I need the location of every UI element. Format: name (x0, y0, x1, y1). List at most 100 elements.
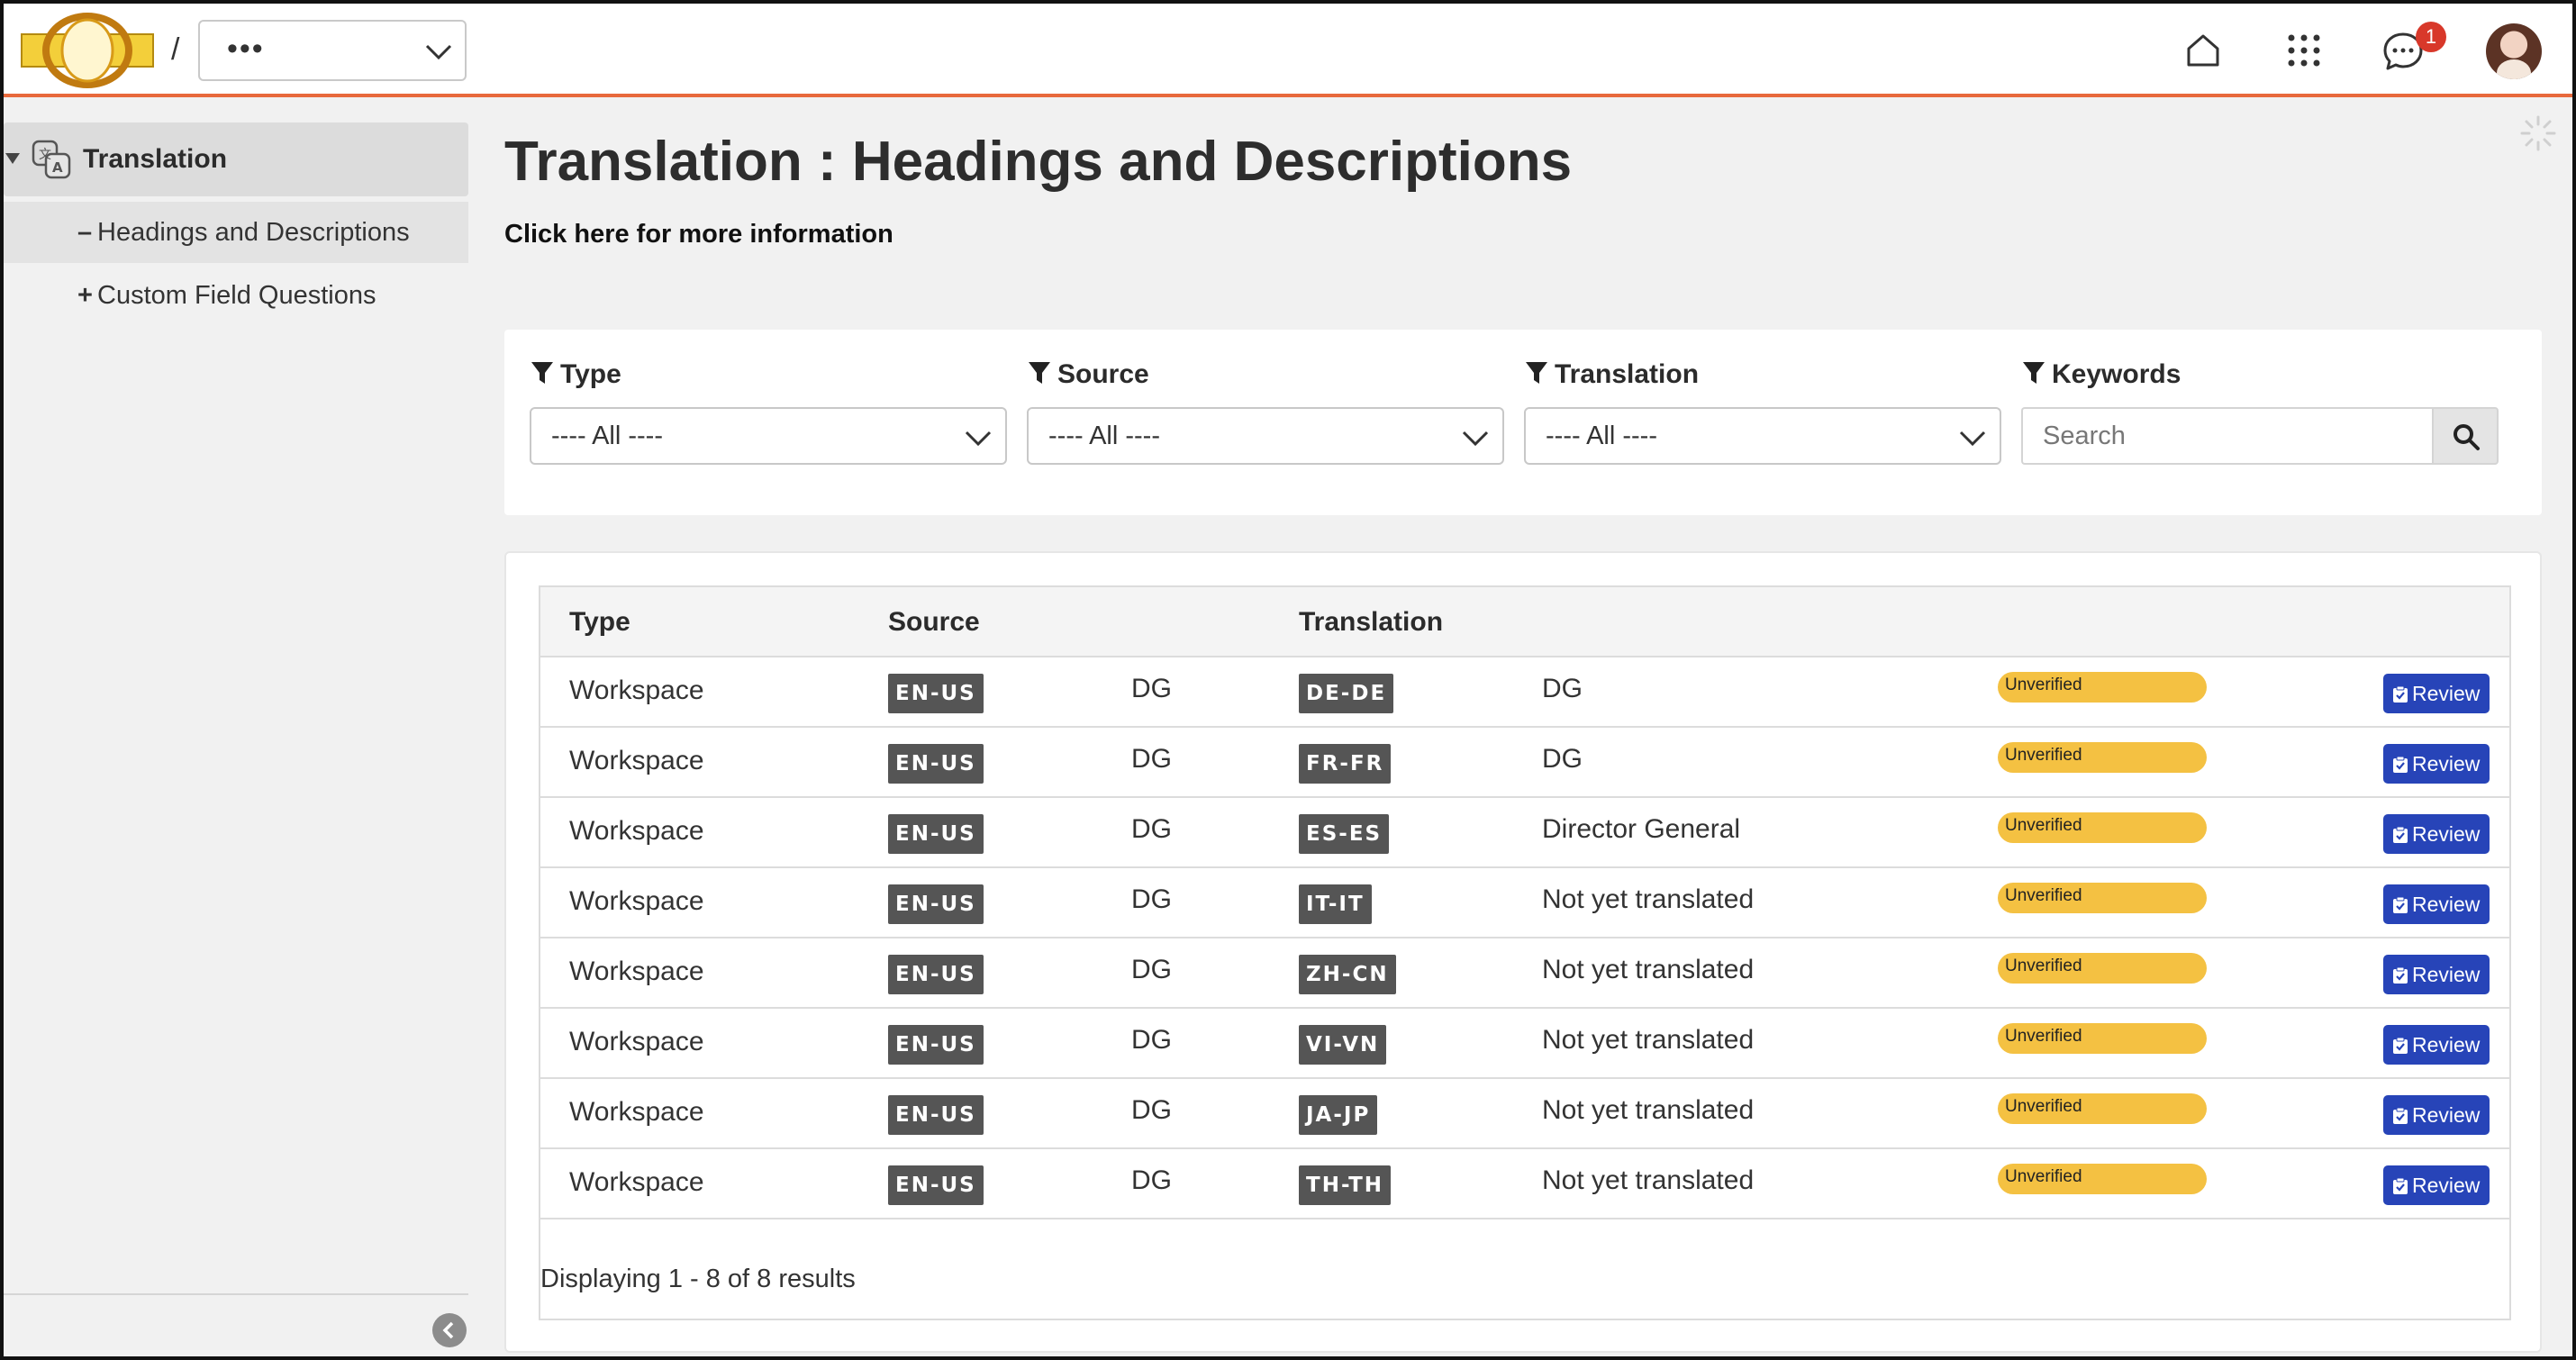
table-row: Workspace EN-US DG ES-ES Director General Unv… (540, 798, 2509, 868)
sidebar-item-custom-field-questions[interactable]: + Custom Field Questions (4, 265, 468, 326)
review-button-label: Review (2412, 1103, 2481, 1127)
source-text: DG (1131, 1025, 1172, 1055)
search-button[interactable] (2432, 407, 2499, 465)
target-language-tag: DE-DE (1299, 674, 1394, 713)
row-type: Workspace (569, 816, 704, 846)
home-icon[interactable] (2178, 25, 2228, 76)
results-card: Type Source Translation Workspace EN-US DG… (504, 551, 2542, 1353)
column-header-type[interactable]: Type (569, 607, 630, 638)
review-button[interactable]: Review (2383, 814, 2490, 854)
keyword-search (2021, 407, 2499, 465)
review-button[interactable]: Review (2383, 1165, 2490, 1205)
translation-text: Not yet translated (1542, 1025, 1755, 1055)
more-info-link[interactable]: Click here for more information (504, 220, 893, 249)
filter-panel: Type ---- All ---- Source ---- All ---- … (504, 330, 2542, 515)
clipboard-check-icon (2393, 756, 2408, 773)
review-button-label: Review (2412, 752, 2481, 775)
source-text: DG (1131, 1095, 1172, 1125)
review-button[interactable]: Review (2383, 1095, 2490, 1135)
sidebar-footer (4, 1293, 468, 1356)
sidebar-item-label: Headings and Descriptions (97, 218, 410, 247)
sidebar-item-label: Translation (83, 144, 228, 174)
table-row: Workspace EN-US DG DE-DE DG Unverified Review (540, 657, 2509, 728)
translation-text: Director General (1542, 814, 1741, 844)
review-button-label: Review (2412, 682, 2481, 705)
target-language-tag: JA-JP (1299, 1095, 1378, 1135)
sidebar-item-headings-and-descriptions[interactable]: – Headings and Descriptions (4, 202, 468, 263)
row-type: Workspace (569, 886, 704, 916)
table-row: Workspace EN-US DG TH-TH Not yet translated U… (540, 1149, 2509, 1219)
status-badge: Unverified (1998, 953, 2207, 984)
status-badge: Unverified (1998, 1023, 2207, 1054)
apps-grid-icon[interactable] (2279, 25, 2329, 76)
chevron-left-icon (442, 1321, 454, 1339)
table-row: Workspace EN-US DG VI-VN Not yet translated U… (540, 1009, 2509, 1079)
translation-text: DG (1542, 744, 1583, 774)
source-text: DG (1131, 744, 1172, 774)
chevron-down-icon (1959, 431, 1986, 447)
translation-text: Not yet translated (1542, 1095, 1755, 1125)
source-text: DG (1131, 1165, 1172, 1195)
loading-spinner-icon (2520, 115, 2556, 151)
review-button[interactable]: Review (2383, 1025, 2490, 1065)
top-bar: / ••• 1 (4, 4, 2572, 97)
type-select[interactable]: ---- All ---- (530, 407, 1007, 465)
keywords-filter-label: Keywords (2021, 357, 2499, 393)
breadcrumb-separator: / (171, 32, 180, 67)
column-header-translation[interactable]: Translation (1299, 607, 1443, 638)
svg-text:文: 文 (39, 148, 51, 162)
translation-filter: Translation ---- All ---- (1524, 357, 2001, 465)
keywords-filter: Keywords (2021, 357, 2499, 465)
review-button[interactable]: Review (2383, 674, 2490, 713)
review-button-label: Review (2412, 963, 2481, 986)
chevron-down-icon (425, 44, 452, 60)
source-language-tag: EN-US (888, 814, 984, 854)
sidebar-item-translation[interactable]: 文 A Translation (4, 122, 468, 196)
target-language-tag: ZH-CN (1299, 955, 1396, 994)
filter-icon (1526, 362, 1547, 384)
target-language-tag: VI-VN (1299, 1025, 1387, 1065)
translation-select[interactable]: ---- All ---- (1524, 407, 2001, 465)
table-row: Workspace EN-US DG ZH-CN Not yet translated U… (540, 938, 2509, 1009)
sidebar-collapse-button[interactable] (432, 1313, 467, 1347)
review-button-label: Review (2412, 893, 2481, 916)
caret-down-icon[interactable] (4, 151, 22, 166)
page-title: Translation : Headings and Descriptions (504, 131, 1573, 193)
logo-icon[interactable] (20, 13, 155, 88)
filter-icon (2023, 362, 2045, 384)
clipboard-check-icon (2393, 685, 2408, 703)
clipboard-check-icon (2393, 826, 2408, 843)
workspace-select[interactable]: ••• (198, 20, 467, 81)
svg-text:A: A (52, 159, 63, 176)
translation-text: Not yet translated (1542, 1165, 1755, 1195)
row-type: Workspace (569, 1167, 704, 1197)
search-icon (2454, 424, 2480, 450)
source-select[interactable]: ---- All ---- (1027, 407, 1504, 465)
column-header-source[interactable]: Source (888, 607, 980, 638)
review-button[interactable]: Review (2383, 744, 2490, 784)
status-badge: Unverified (1998, 812, 2207, 843)
type-select-value: ---- All ---- (551, 422, 664, 450)
status-badge: Unverified (1998, 742, 2207, 773)
status-badge: Unverified (1998, 1093, 2207, 1124)
sidebar: 文 A Translation – Headings and Descripti… (4, 101, 468, 1356)
translate-icon: 文 A (32, 140, 71, 179)
notification-badge: 1 (2416, 22, 2446, 52)
target-language-tag: ES-ES (1299, 814, 1390, 854)
source-language-tag: EN-US (888, 1025, 984, 1065)
avatar[interactable] (2486, 23, 2542, 79)
row-type: Workspace (569, 957, 704, 986)
target-language-tag: IT-IT (1299, 884, 1372, 924)
source-language-tag: EN-US (888, 744, 984, 784)
source-language-tag: EN-US (888, 1095, 984, 1135)
review-button[interactable]: Review (2383, 955, 2490, 994)
table-row: Workspace EN-US DG IT-IT Not yet translated U… (540, 868, 2509, 938)
source-language-tag: EN-US (888, 955, 984, 994)
review-button[interactable]: Review (2383, 884, 2490, 924)
row-type: Workspace (569, 746, 704, 775)
search-input[interactable] (2021, 407, 2432, 465)
source-text: DG (1131, 814, 1172, 844)
translation-text: DG (1542, 674, 1583, 703)
target-language-tag: TH-TH (1299, 1165, 1392, 1205)
status-badge: Unverified (1998, 1164, 2207, 1194)
